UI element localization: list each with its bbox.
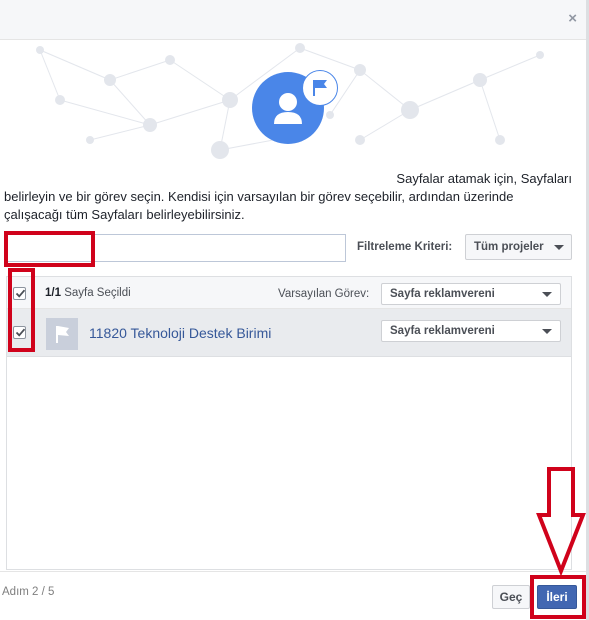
down-arrow-icon	[536, 467, 586, 575]
list-item[interactable]: 11820 Teknoloji Destek Birimi Sayfa rekl…	[7, 309, 571, 357]
page-role-select[interactable]: Sayfa reklamvereni	[381, 320, 561, 342]
intro-line-2: belirleyin ve bir görev seçin. Kendisi i…	[4, 189, 514, 204]
step-indicator: Adım 2 / 5	[2, 586, 55, 598]
page-flag-icon	[302, 70, 338, 106]
intro-text: Sayfalar atamak için, Sayfaları belirley…	[4, 170, 584, 224]
filter-value: Tüm projeler	[474, 241, 544, 253]
chevron-down-icon	[554, 245, 564, 250]
page-name[interactable]: 11820 Teknoloji Destek Birimi	[89, 325, 271, 341]
page-list: 1/1 Sayfa Seçildi Varsayılan Görev: Sayf…	[6, 276, 572, 570]
chevron-down-icon	[542, 329, 552, 334]
default-role-select[interactable]: Sayfa reklamvereni	[381, 283, 561, 305]
page-role-value: Sayfa reklamvereni	[390, 325, 495, 337]
next-highlight-box	[530, 575, 586, 619]
filter-label: Filtreleme Kriteri:	[357, 241, 453, 253]
intro-line-1: Sayfalar atamak için, Sayfaları	[396, 171, 572, 186]
dialog-header: ×	[0, 0, 589, 40]
filter-dropdown[interactable]: Tüm projeler	[465, 234, 572, 260]
close-icon[interactable]: ×	[568, 10, 577, 27]
chevron-down-icon	[542, 292, 552, 297]
default-role-label: Varsayılan Görev:	[278, 288, 370, 300]
list-header: 1/1 Sayfa Seçildi Varsayılan Görev: Sayf…	[7, 277, 571, 309]
skip-button[interactable]: Geç	[492, 585, 530, 609]
default-role-value: Sayfa reklamvereni	[390, 288, 495, 300]
flag-icon	[46, 318, 78, 350]
search-highlight-box	[4, 231, 95, 267]
selected-count: 1/1 Sayfa Seçildi	[45, 287, 131, 299]
footer-divider	[0, 571, 586, 572]
intro-line-3: çalışacağı tüm Sayfaları belirleyebilirs…	[4, 207, 245, 222]
checkbox-highlight-box	[8, 268, 35, 352]
